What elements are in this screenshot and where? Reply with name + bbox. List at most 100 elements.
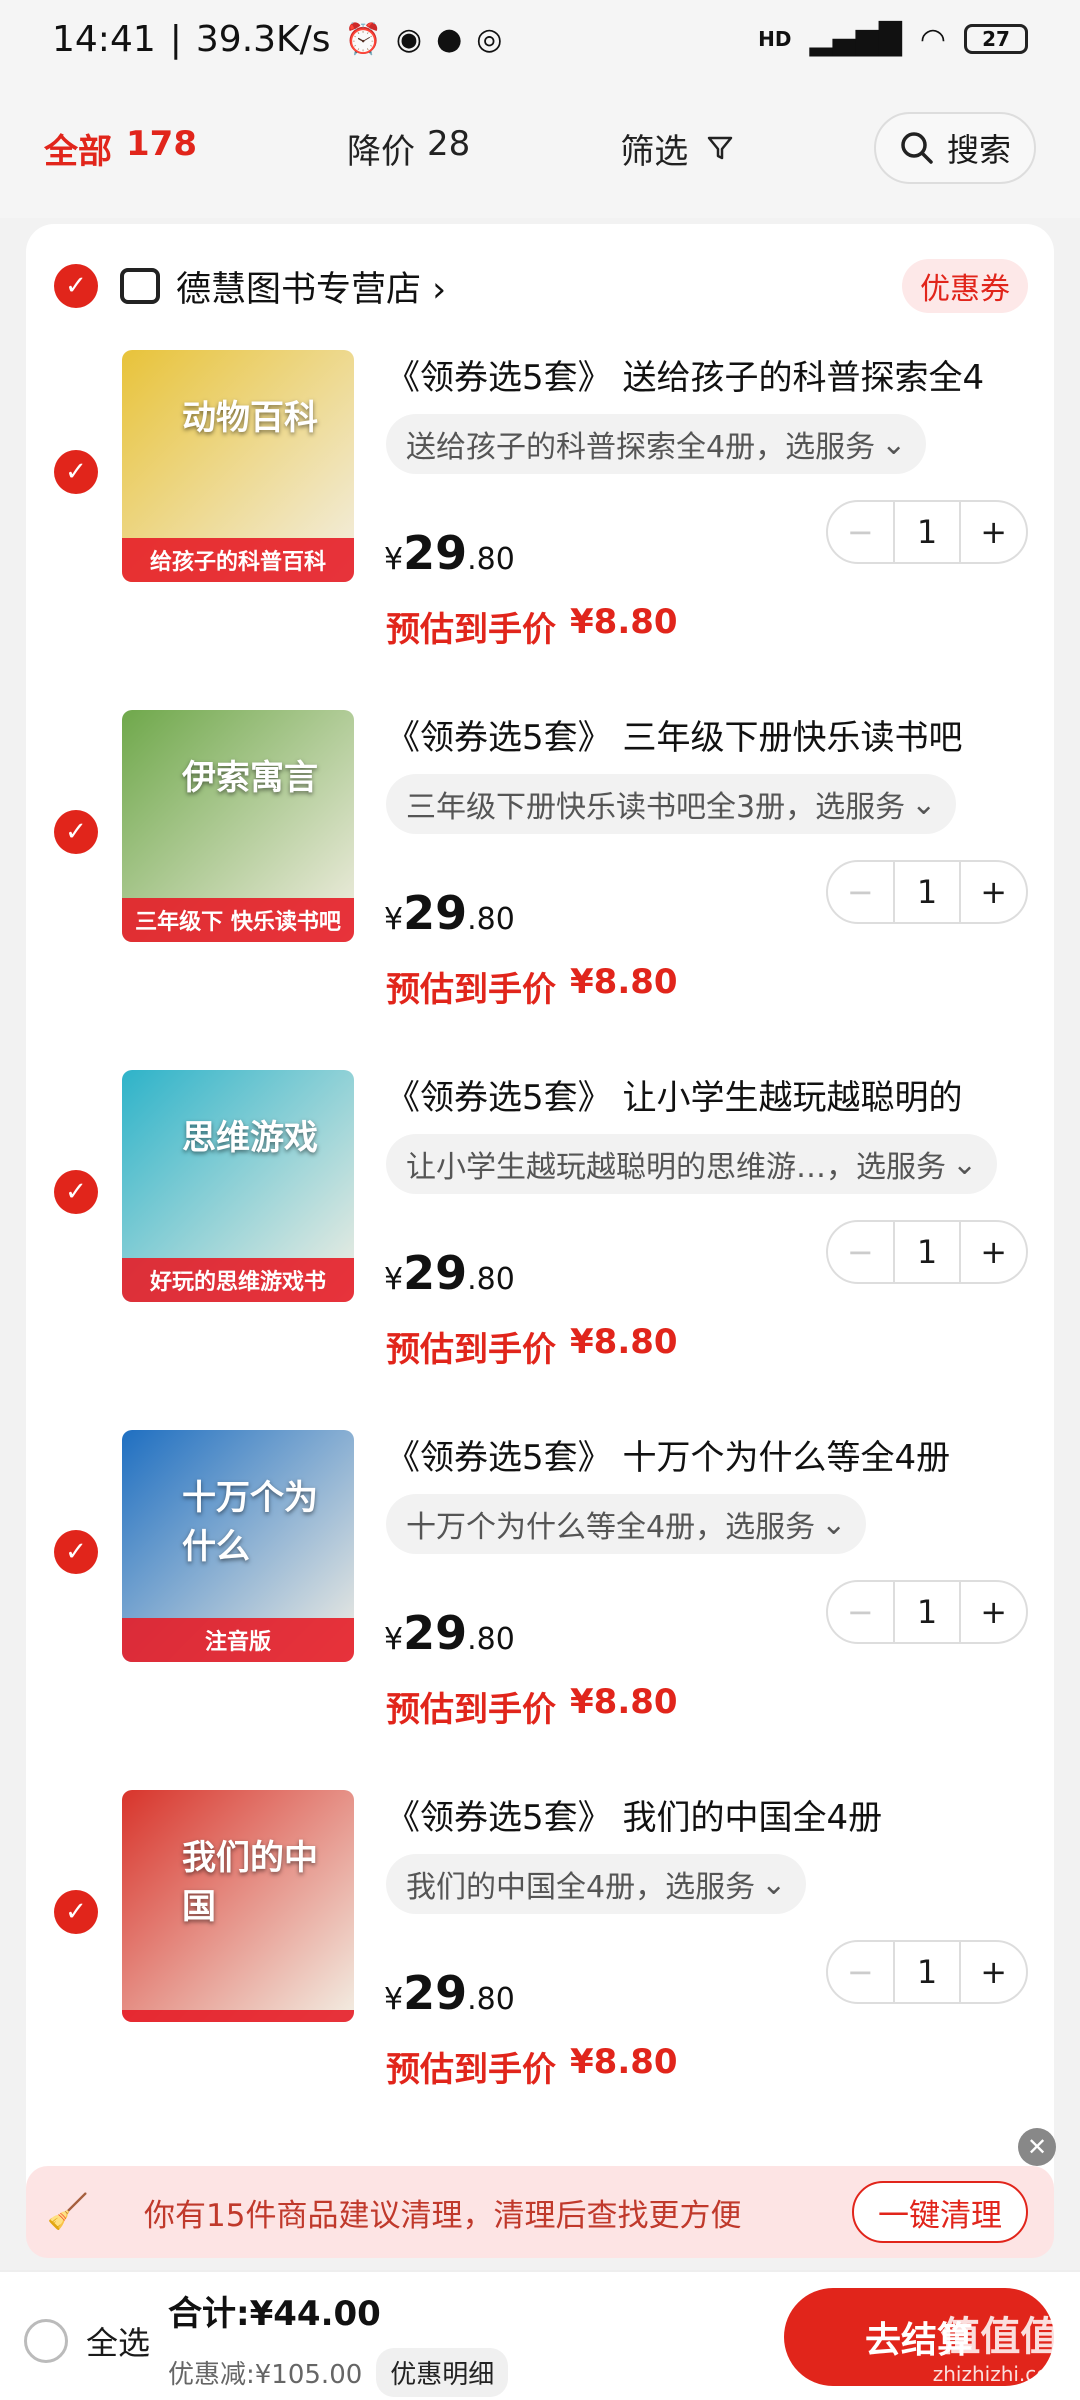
status-bar: 14:41 | 39.3K/s ⏰ ◉ ● ◎ HD ▂▄▆█ ◠ 27 <box>0 0 1080 78</box>
item-checkbox[interactable]: ✓ <box>54 450 98 494</box>
tab-all-count: 178 <box>126 123 197 164</box>
increase-button[interactable]: + <box>961 513 1026 551</box>
select-all[interactable]: 全选 <box>24 2318 150 2364</box>
quantity-value[interactable]: 1 <box>892 502 962 562</box>
wifi-icon: ◠ <box>919 21 946 57</box>
search-label: 搜索 <box>946 131 1011 169</box>
cart-item: ✓ 思维游戏 好玩的思维游戏书 《领券选5套》 让小学生越玩越聪明的 让小学生越… <box>26 1070 1054 1430</box>
estimated-price: 预估到手价 ¥8.80 <box>386 1682 678 1730</box>
filter-bar: 全部 178 降价 28 筛选 搜索 <box>0 78 1080 218</box>
discount-detail-button[interactable]: 优惠明细 <box>376 2348 509 2397</box>
variant-selector[interactable]: 送给孩子的科普探索全4册，选服务 ⌄ <box>386 414 927 474</box>
product-title[interactable]: 《领券选5套》 送给孩子的科普探索全4 <box>386 350 1036 399</box>
decrease-button[interactable]: − <box>828 1953 893 1991</box>
increase-button[interactable]: + <box>961 873 1026 911</box>
item-checkbox[interactable]: ✓ <box>54 1170 98 1214</box>
thumbnail-caption <box>122 2010 354 2022</box>
thumbnail-title: 伊索寓言 <box>182 758 318 798</box>
tab-all[interactable]: 全部 178 <box>44 124 197 173</box>
tab-price-drop-count: 28 <box>426 123 471 164</box>
chevron-down-icon: ⌄ <box>911 786 937 822</box>
tab-price-drop[interactable]: 降价 28 <box>347 124 470 173</box>
increase-button[interactable]: + <box>961 1593 1026 1631</box>
quantity-value[interactable]: 1 <box>892 1582 962 1642</box>
chevron-down-icon: ⌄ <box>761 1866 787 1902</box>
battery-icon: 27 <box>964 24 1028 54</box>
chevron-down-icon: ⌄ <box>881 426 907 462</box>
product-thumbnail[interactable]: 伊索寓言 三年级下 快乐读书吧 <box>122 710 354 942</box>
product-price: ¥ 29 .80 <box>384 886 515 940</box>
quantity-stepper[interactable]: − 1 + <box>826 1220 1028 1284</box>
watermark: 值值值 zhizhizhi.com <box>932 2314 1068 2386</box>
quantity-stepper[interactable]: − 1 + <box>826 1940 1028 2004</box>
discount-row: 优惠减:¥105.00 优惠明细 <box>168 2348 509 2397</box>
store-icon <box>120 268 160 304</box>
select-all-checkbox[interactable] <box>24 2319 68 2363</box>
search-button[interactable]: 搜索 <box>874 112 1036 184</box>
signal-icon: ▂▄▆█ <box>809 21 902 57</box>
product-price: ¥ 29 .80 <box>384 1606 515 1660</box>
shop-checkbox[interactable]: ✓ <box>54 264 98 308</box>
quantity-stepper[interactable]: − 1 + <box>826 500 1028 564</box>
cleanup-banner: 🧹 你有15件商品建议清理，清理后查找更方便 一键清理 <box>26 2166 1054 2258</box>
product-thumbnail[interactable]: 十万个为什么 注音版 <box>122 1430 354 1662</box>
close-icon[interactable]: ✕ <box>1018 2128 1056 2166</box>
variant-selector[interactable]: 让小学生越玩越聪明的思维游…，选服务 ⌄ <box>386 1134 998 1194</box>
estimated-price: 预估到手价 ¥8.80 <box>386 602 678 650</box>
one-click-cleanup-button[interactable]: 一键清理 <box>852 2181 1028 2243</box>
decrease-button[interactable]: − <box>828 1593 893 1631</box>
thumbnail-caption: 注音版 <box>122 1618 354 1662</box>
product-thumbnail[interactable]: 动物百科 给孩子的科普百科 <box>122 350 354 582</box>
product-title[interactable]: 《领券选5套》 我们的中国全4册 <box>386 1790 1036 1839</box>
estimated-price: 预估到手价 ¥8.80 <box>386 962 678 1010</box>
chevron-right-icon: › <box>432 269 447 310</box>
quantity-stepper[interactable]: − 1 + <box>826 1580 1028 1644</box>
shop-name[interactable]: 德慧图书专营店 › <box>176 261 446 312</box>
hd-indicator: HD <box>758 27 792 51</box>
item-checkbox[interactable]: ✓ <box>54 810 98 854</box>
product-thumbnail[interactable]: 我们的中国 <box>122 1790 354 2022</box>
quantity-value[interactable]: 1 <box>892 1942 962 2002</box>
thumbnail-title: 思维游戏 <box>182 1118 318 1158</box>
variant-selector[interactable]: 十万个为什么等全4册，选服务 ⌄ <box>386 1494 867 1554</box>
thumbnail-caption: 好玩的思维游戏书 <box>122 1258 354 1302</box>
variant-selector[interactable]: 我们的中国全4册，选服务 ⌄ <box>386 1854 807 1914</box>
broom-icon: 🧹 <box>46 2192 90 2232</box>
item-checkbox[interactable]: ✓ <box>54 1530 98 1574</box>
quantity-stepper[interactable]: − 1 + <box>826 860 1028 924</box>
product-price: ¥ 29 .80 <box>384 1966 515 2020</box>
increase-button[interactable]: + <box>961 1233 1026 1271</box>
variant-text: 送给孩子的科普探索全4册，选服务 <box>406 430 876 465</box>
tab-price-drop-label: 降价 <box>346 131 415 172</box>
status-time: 14:41 <box>52 18 156 60</box>
quantity-value[interactable]: 1 <box>892 862 962 922</box>
bottom-bar: 全选 合计:¥44.00 优惠减:¥105.00 优惠明细 去结算 值值值 zh… <box>0 2270 1080 2400</box>
product-price: ¥ 29 .80 <box>384 526 515 580</box>
search-icon <box>901 132 933 164</box>
thumbnail-title: 我们的中国 <box>182 1838 318 1927</box>
variant-text: 三年级下册快乐读书吧全3册，选服务 <box>406 790 906 825</box>
thumbnail-caption: 三年级下 快乐读书吧 <box>122 898 354 942</box>
increase-button[interactable]: + <box>961 1953 1026 1991</box>
variant-text: 十万个为什么等全4册，选服务 <box>406 1510 816 1545</box>
total-amount: 合计:¥44.00 <box>168 2294 381 2334</box>
product-title[interactable]: 《领券选5套》 让小学生越玩越聪明的 <box>386 1070 1036 1119</box>
quantity-value[interactable]: 1 <box>892 1222 962 1282</box>
cart-item: ✓ 伊索寓言 三年级下 快乐读书吧 《领券选5套》 三年级下册快乐读书吧 三年级… <box>26 710 1054 1070</box>
thumbnail-caption: 给孩子的科普百科 <box>122 538 354 582</box>
variant-selector[interactable]: 三年级下册快乐读书吧全3册，选服务 ⌄ <box>386 774 957 834</box>
decrease-button[interactable]: − <box>828 1233 893 1271</box>
product-title[interactable]: 《领券选5套》 十万个为什么等全4册 <box>386 1430 1036 1479</box>
decrease-button[interactable]: − <box>828 513 893 551</box>
discount-text: 优惠减:¥105.00 <box>168 2360 363 2390</box>
estimated-price: 预估到手价 ¥8.80 <box>386 1322 678 1370</box>
tab-filter[interactable]: 筛选 <box>620 124 734 173</box>
product-thumbnail[interactable]: 思维游戏 好玩的思维游戏书 <box>122 1070 354 1302</box>
product-title[interactable]: 《领券选5套》 三年级下册快乐读书吧 <box>386 710 1036 759</box>
variant-text: 让小学生越玩越聪明的思维游…，选服务 <box>406 1150 946 1185</box>
item-checkbox[interactable]: ✓ <box>54 1890 98 1934</box>
chevron-down-icon: ⌄ <box>952 1146 978 1182</box>
coupon-button[interactable]: 优惠券 <box>902 259 1028 313</box>
cart-item: ✓ 动物百科 给孩子的科普百科 《领券选5套》 送给孩子的科普探索全4 送给孩子… <box>26 350 1054 710</box>
decrease-button[interactable]: − <box>828 873 893 911</box>
